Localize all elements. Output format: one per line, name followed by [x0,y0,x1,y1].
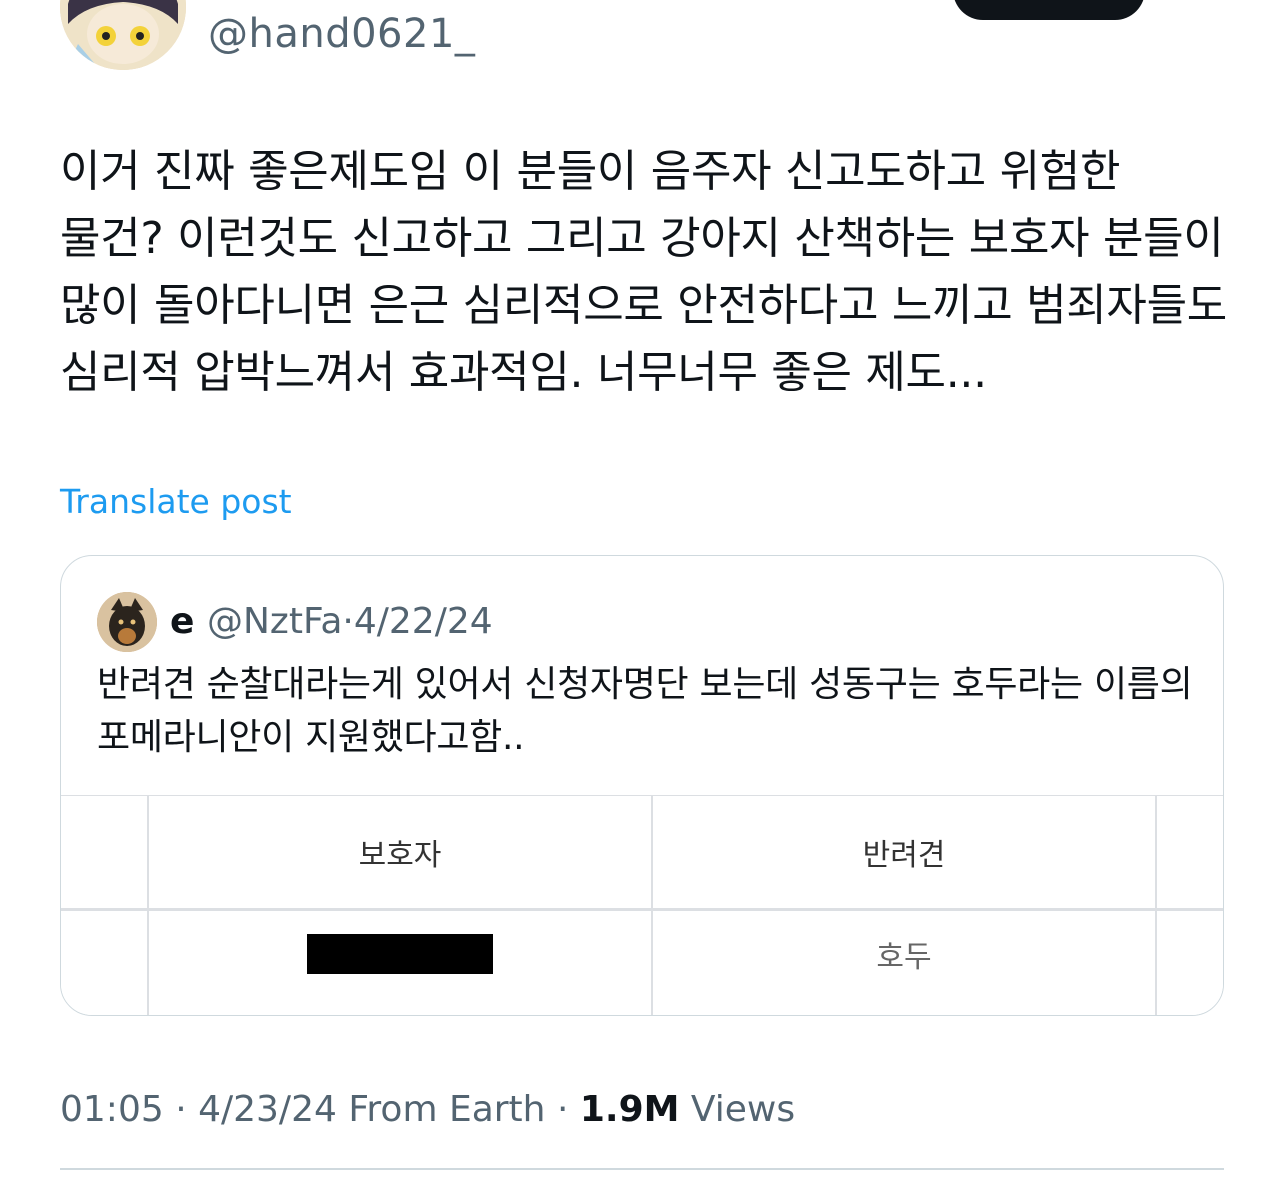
translate-post-link[interactable]: Translate post [60,480,292,524]
anime-avatar-icon[interactable] [60,0,186,70]
meta-separator: · [163,1089,199,1130]
quoted-date: 4/22/24 [353,601,493,642]
quoted-author-handle: @NztFa [207,601,343,642]
tweet-meta: 01:05 · 4/23/24 From Earth · 1.9M Views [60,1086,795,1134]
quoted-author-name: e [170,601,195,642]
views-label[interactable]: Views [679,1089,795,1130]
tweet-text: 이거 진짜 좋은제도임 이 분들이 음주자 신고도하고 위험한 물건? 이런것도… [60,146,1227,398]
table-cell-guardian [149,911,651,997]
views-count[interactable]: 1.9M [580,1089,680,1130]
quoted-tweet-card[interactable]: e @NztFa·4/22/24 반려견 순찰대라는게 있어서 신청자명단 보는… [60,555,1224,1016]
meta-separator: · [342,601,354,642]
quoted-author-meta: @NztFa·4/22/24 [207,598,493,646]
meta-separator: · [545,1089,580,1130]
dog-avatar-icon [97,592,157,652]
tweet-date[interactable]: 4/23/24 [198,1089,337,1130]
redaction-bar [307,934,493,974]
divider [60,1168,1224,1170]
follow-button[interactable] [953,0,1145,20]
tweet-location: From Earth [336,1089,546,1130]
table-header-dog: 반려견 [862,838,946,873]
quoted-tweet-text: 반려견 순찰대라는게 있어서 신청자명단 보는데 성동구는 호두라는 이름의 포… [97,664,1193,758]
author-handle[interactable]: @hand0621_ [208,8,475,60]
tweet-time[interactable]: 01:05 [60,1089,164,1130]
table-cell-dog: 호두 [876,940,932,975]
quoted-media-table[interactable]: 보호자 반려견 호두 [61,795,1223,1015]
table-header-guardian: 보호자 [358,838,442,873]
